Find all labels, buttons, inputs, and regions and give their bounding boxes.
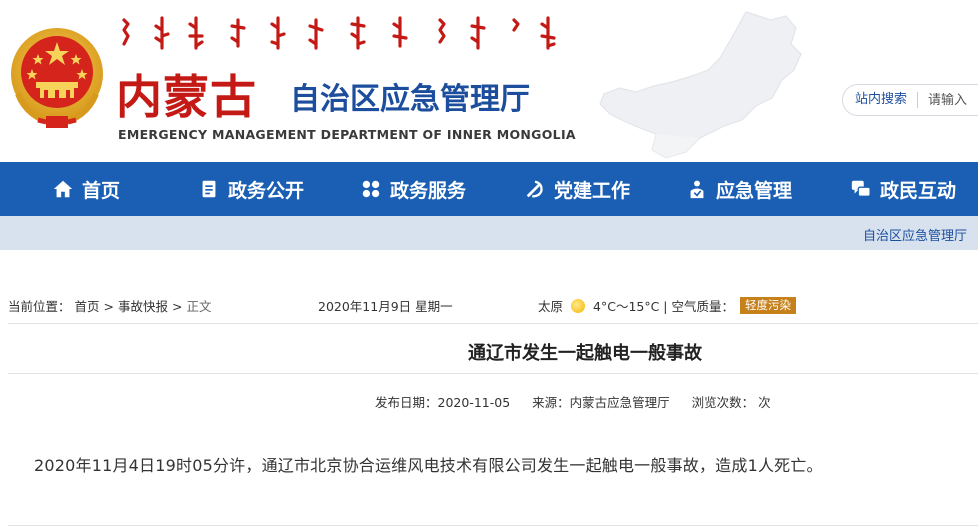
- chat-icon: [851, 180, 871, 198]
- logo-title-cn: 内蒙古: [116, 70, 257, 124]
- main-nav: 首页 政务公开 政务服务 党建工作 应急管理 政民互动: [0, 162, 978, 216]
- ticker-text[interactable]: 自治区应急管理厅: [863, 225, 967, 244]
- announcement-ticker: 自治区应急管理厅: [0, 216, 978, 250]
- nav-item-label: 党建工作: [554, 179, 631, 202]
- view-count: 浏览次数： 次: [691, 395, 771, 410]
- breadcrumb-current: 正文: [186, 299, 212, 314]
- document-icon: [202, 180, 216, 198]
- national-emblem-icon: [11, 28, 103, 128]
- grid-icon: [362, 180, 380, 198]
- logo-title-en: EMERGENCY MANAGEMENT DEPARTMENT OF INNER…: [118, 127, 576, 142]
- nav-item-label: 应急管理: [716, 179, 793, 202]
- site-header: 内蒙古 自治区应急管理厅 EMERGENCY MANAGEMENT DEPART…: [0, 0, 978, 162]
- nav-item-gov-affairs[interactable]: 政务公开: [198, 162, 304, 216]
- nav-item-emergency-mgmt[interactable]: 应急管理: [686, 162, 792, 216]
- article-body: 2020年11月4日19时05分许，通辽市北京协合运维风电技术有限公司发生一起触…: [34, 456, 823, 475]
- nav-item-party-building[interactable]: 党建工作: [524, 162, 630, 216]
- nav-item-label: 政务公开: [228, 179, 305, 202]
- nav-item-public-interaction[interactable]: 政民互动: [850, 162, 956, 216]
- nav-item-gov-services[interactable]: 政务服务: [360, 162, 466, 216]
- home-icon: [53, 180, 73, 198]
- logo-subtitle: 自治区应急管理厅: [290, 82, 530, 117]
- breadcrumb-accident-news[interactable]: 事故快报: [118, 299, 168, 314]
- nav-item-home[interactable]: 首页: [52, 162, 120, 216]
- breadcrumb-label: 当前位置：: [8, 299, 71, 314]
- divider: [8, 373, 978, 374]
- article-source: 来源：内蒙古应急管理厅: [532, 395, 670, 410]
- current-date: 2020年11月9日 星期一: [318, 299, 453, 314]
- breadcrumb: 当前位置： 首页 > 事故快报 > 正文: [8, 296, 211, 315]
- breadcrumb-separator: >: [171, 299, 183, 314]
- article-title: 通辽市发生一起触电一般事故: [468, 343, 702, 364]
- sun-icon: [571, 298, 586, 313]
- breadcrumb-home[interactable]: 首页: [75, 299, 100, 314]
- article-meta: 发布日期：2020-11-05 来源：内蒙古应急管理厅 浏览次数： 次: [375, 392, 789, 411]
- shield-person-icon: [690, 180, 704, 199]
- publish-date: 发布日期：2020-11-05: [375, 395, 511, 410]
- search-input[interactable]: [928, 92, 978, 108]
- nav-item-label: 首页: [82, 179, 121, 202]
- info-bar: 当前位置： 首页 > 事故快报 > 正文 2020年11月9日 星期一 太原 4…: [0, 296, 978, 316]
- site-search-box: 站内搜索: [842, 84, 978, 116]
- weather-city: 太原: [538, 299, 564, 314]
- mongolian-script-logo: [122, 16, 556, 50]
- nav-item-label: 政务服务: [390, 179, 467, 202]
- site-search-label[interactable]: 站内搜索: [843, 92, 919, 108]
- breadcrumb-separator: >: [103, 299, 114, 314]
- air-quality-badge: 轻度污染: [740, 297, 796, 314]
- weather-widget: 太原 4°C～15°C | 空气质量： 轻度污染: [538, 296, 796, 315]
- divider: [8, 525, 978, 526]
- party-emblem-icon: [526, 180, 543, 198]
- inner-mongolia-map-graphic: [599, 11, 802, 159]
- weather-temperature: 4°C～15°C | 空气质量：: [593, 299, 734, 314]
- divider: [8, 323, 978, 324]
- nav-item-label: 政民互动: [880, 179, 957, 202]
